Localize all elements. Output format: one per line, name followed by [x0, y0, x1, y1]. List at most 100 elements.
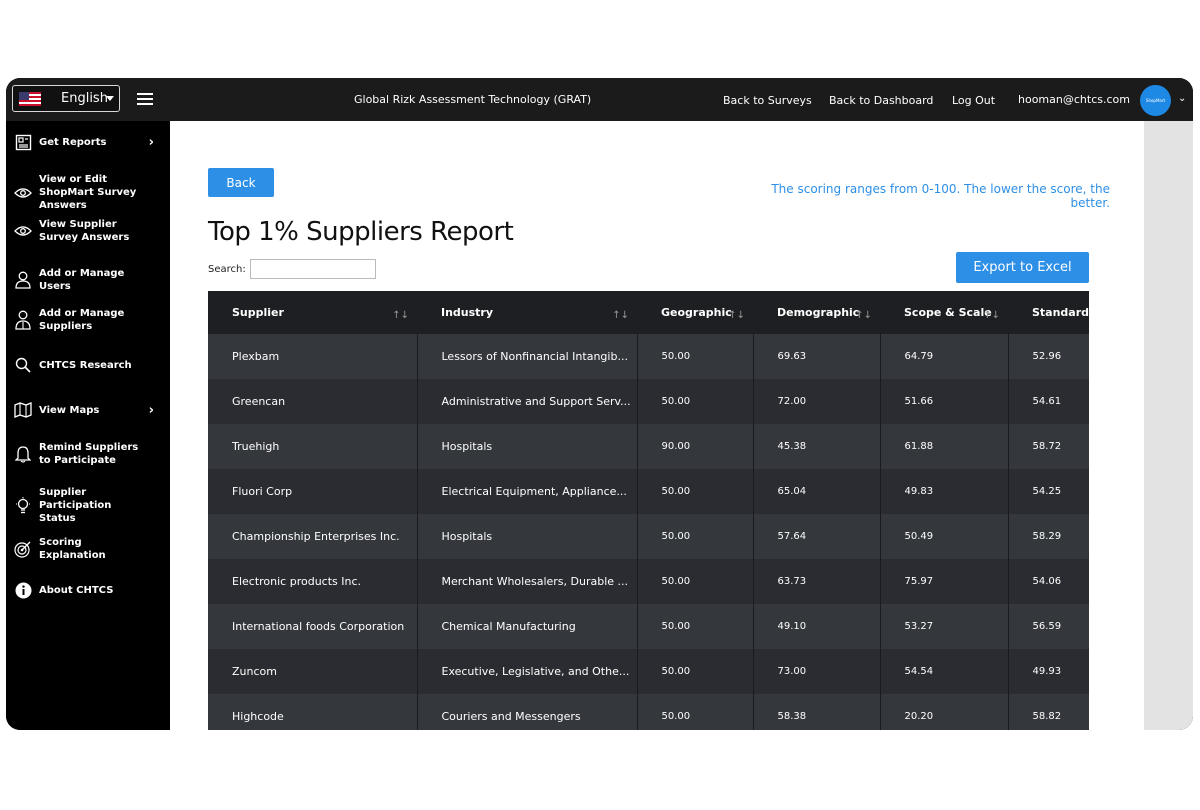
- cell-geographic: 50.00: [637, 649, 754, 694]
- cell-demographic: 45.38: [753, 424, 881, 469]
- language-select[interactable]: English: [12, 85, 120, 112]
- user-email: hooman@chtcs.com: [1018, 93, 1130, 106]
- cell-scope-scale: 54.54: [880, 649, 1009, 694]
- cell-standards: 52.96: [1008, 334, 1089, 379]
- column-header-label: Scope & Scale: [904, 306, 992, 319]
- sort-icon[interactable]: ↑↓: [612, 310, 629, 321]
- scrollbar[interactable]: [1144, 121, 1193, 730]
- cell-scope-scale: 20.20: [880, 694, 1009, 730]
- cell-scope-scale: 64.79: [880, 334, 1009, 379]
- cell-supplier: International foods Corporation: [208, 604, 418, 649]
- cell-standards: 54.25: [1008, 469, 1089, 514]
- cell-demographic: 49.10: [753, 604, 881, 649]
- cell-demographic: 57.64: [753, 514, 881, 559]
- cell-standards: 54.61: [1008, 379, 1089, 424]
- chevron-down-icon[interactable]: ⌄: [1178, 93, 1186, 104]
- sort-icon[interactable]: ↑↓: [855, 310, 872, 321]
- column-header-supplier[interactable]: Supplier ↑↓: [208, 291, 417, 334]
- sidebar-item-manage-suppliers[interactable]: Add or Manage Suppliers: [6, 307, 170, 333]
- cell-scope-scale: 53.27: [880, 604, 1009, 649]
- table-row[interactable]: Truehigh Hospitals 90.00 45.38 61.88 58.72: [208, 424, 1089, 469]
- info-icon: [14, 581, 32, 599]
- cell-standards: 58.29: [1008, 514, 1089, 559]
- column-header-demographic[interactable]: Demographic ↑↓: [753, 291, 880, 334]
- cell-supplier: Truehigh: [208, 424, 418, 469]
- cell-scope-scale: 75.97: [880, 559, 1009, 604]
- column-header-standards[interactable]: Standards: [1008, 291, 1089, 334]
- bell-icon: [14, 445, 32, 463]
- table-row[interactable]: Championship Enterprises Inc. Hospitals 50…: [208, 514, 1089, 559]
- sidebar-item-label: CHTCS Research: [39, 359, 132, 371]
- table-row[interactable]: Zuncom Executive, Legislative, and Othe..…: [208, 649, 1089, 694]
- table-row[interactable]: Electronic products Inc. Merchant Wholesa…: [208, 559, 1089, 604]
- cell-supplier: Greencan: [208, 379, 418, 424]
- cell-industry: Electrical Equipment, Appliance...: [417, 469, 638, 514]
- sort-icon[interactable]: ↑↓: [728, 310, 745, 321]
- map-icon: [14, 401, 32, 419]
- sidebar-item-chtcs-research[interactable]: CHTCS Research: [6, 356, 170, 374]
- top-navbar: English Global Rizk Assessment Technolog…: [6, 78, 1193, 121]
- cell-geographic: 50.00: [637, 559, 754, 604]
- cell-scope-scale: 50.49: [880, 514, 1009, 559]
- report-icon: [14, 133, 32, 151]
- cell-industry: Hospitals: [417, 514, 638, 559]
- language-label: English: [61, 91, 108, 106]
- cell-industry: Merchant Wholesalers, Durable ...: [417, 559, 638, 604]
- avatar[interactable]: ShopMart: [1140, 85, 1171, 116]
- column-header-geographic[interactable]: Geographic ↑↓: [637, 291, 753, 334]
- cell-geographic: 50.00: [637, 469, 754, 514]
- table-row[interactable]: Greencan Administrative and Support Serv.…: [208, 379, 1089, 424]
- cell-industry: Hospitals: [417, 424, 638, 469]
- column-header-label: Industry: [441, 306, 494, 319]
- cell-demographic: 63.73: [753, 559, 881, 604]
- cell-supplier: Plexbam: [208, 334, 418, 379]
- sidebar-item-label: Supplier Participation Status: [39, 487, 112, 524]
- app-window: English Global Rizk Assessment Technolog…: [6, 78, 1193, 730]
- table-row[interactable]: Fluori Corp Electrical Equipment, Applian…: [208, 469, 1089, 514]
- hamburger-menu-icon[interactable]: [137, 93, 153, 105]
- sidebar: Get Reports › View or Edit ShopMart Surv…: [6, 121, 170, 730]
- sidebar-item-label: Scoring Explanation: [39, 537, 106, 561]
- cell-supplier: Championship Enterprises Inc.: [208, 514, 418, 559]
- sidebar-item-remind-suppliers[interactable]: Remind Suppliers to Participate: [6, 441, 170, 467]
- table-row[interactable]: Plexbam Lessors of Nonfinancial Intangib.…: [208, 334, 1089, 379]
- suppliers-table: Supplier ↑↓ Industry ↑↓ Geographic ↑↓ Demog…: [208, 291, 1089, 730]
- cell-standards: 56.59: [1008, 604, 1089, 649]
- cell-industry: Administrative and Support Serv...: [417, 379, 638, 424]
- export-to-excel-button[interactable]: Export to Excel: [956, 252, 1089, 283]
- eye-icon: [14, 222, 32, 240]
- cell-supplier: Fluori Corp: [208, 469, 418, 514]
- sidebar-item-about-chtcs[interactable]: About CHTCS: [6, 581, 170, 599]
- sort-icon[interactable]: ↑↓: [983, 310, 1000, 321]
- table-row[interactable]: International foods Corporation Chemical …: [208, 604, 1089, 649]
- cell-industry: Couriers and Messengers: [417, 694, 638, 730]
- sidebar-item-view-edit-shopmart-answers[interactable]: View or Edit ShopMart Survey Answers: [6, 173, 170, 212]
- sidebar-item-view-maps[interactable]: View Maps ›: [6, 401, 170, 419]
- sort-icon[interactable]: ↑↓: [392, 310, 409, 321]
- cell-supplier: Zuncom: [208, 649, 418, 694]
- sidebar-item-label: Add or Manage Suppliers: [39, 308, 125, 332]
- cell-industry: Executive, Legislative, and Othe...: [417, 649, 638, 694]
- supplier-icon: [14, 310, 32, 330]
- back-to-dashboard-link[interactable]: Back to Dashboard: [829, 94, 933, 107]
- search-input[interactable]: [250, 259, 376, 279]
- back-button[interactable]: Back: [208, 168, 274, 197]
- sidebar-item-participation-status[interactable]: Supplier Participation Status: [6, 486, 170, 525]
- cell-geographic: 50.00: [637, 514, 754, 559]
- sidebar-item-view-supplier-answers[interactable]: View Supplier Survey Answers: [6, 218, 170, 244]
- table-header-row: Supplier ↑↓ Industry ↑↓ Geographic ↑↓ Demog…: [208, 291, 1089, 334]
- table-row[interactable]: Highcode Couriers and Messengers 50.00 58.3…: [208, 694, 1089, 730]
- sidebar-item-scoring-explanation[interactable]: Scoring Explanation: [6, 536, 170, 562]
- back-to-surveys-link[interactable]: Back to Surveys: [723, 94, 812, 107]
- column-header-industry[interactable]: Industry ↑↓: [417, 291, 637, 334]
- sidebar-item-manage-users[interactable]: Add or Manage Users: [6, 267, 170, 293]
- chevron-right-icon: ›: [148, 402, 154, 418]
- cell-geographic: 50.00: [637, 334, 754, 379]
- column-header-scope-scale[interactable]: Scope & Scale ↑↓: [880, 291, 1008, 334]
- cell-scope-scale: 49.83: [880, 469, 1009, 514]
- sidebar-item-get-reports[interactable]: Get Reports ›: [6, 133, 170, 151]
- cell-geographic: 50.00: [637, 379, 754, 424]
- log-out-link[interactable]: Log Out: [952, 94, 995, 107]
- column-header-label: Standards: [1032, 306, 1089, 319]
- cell-geographic: 90.00: [637, 424, 754, 469]
